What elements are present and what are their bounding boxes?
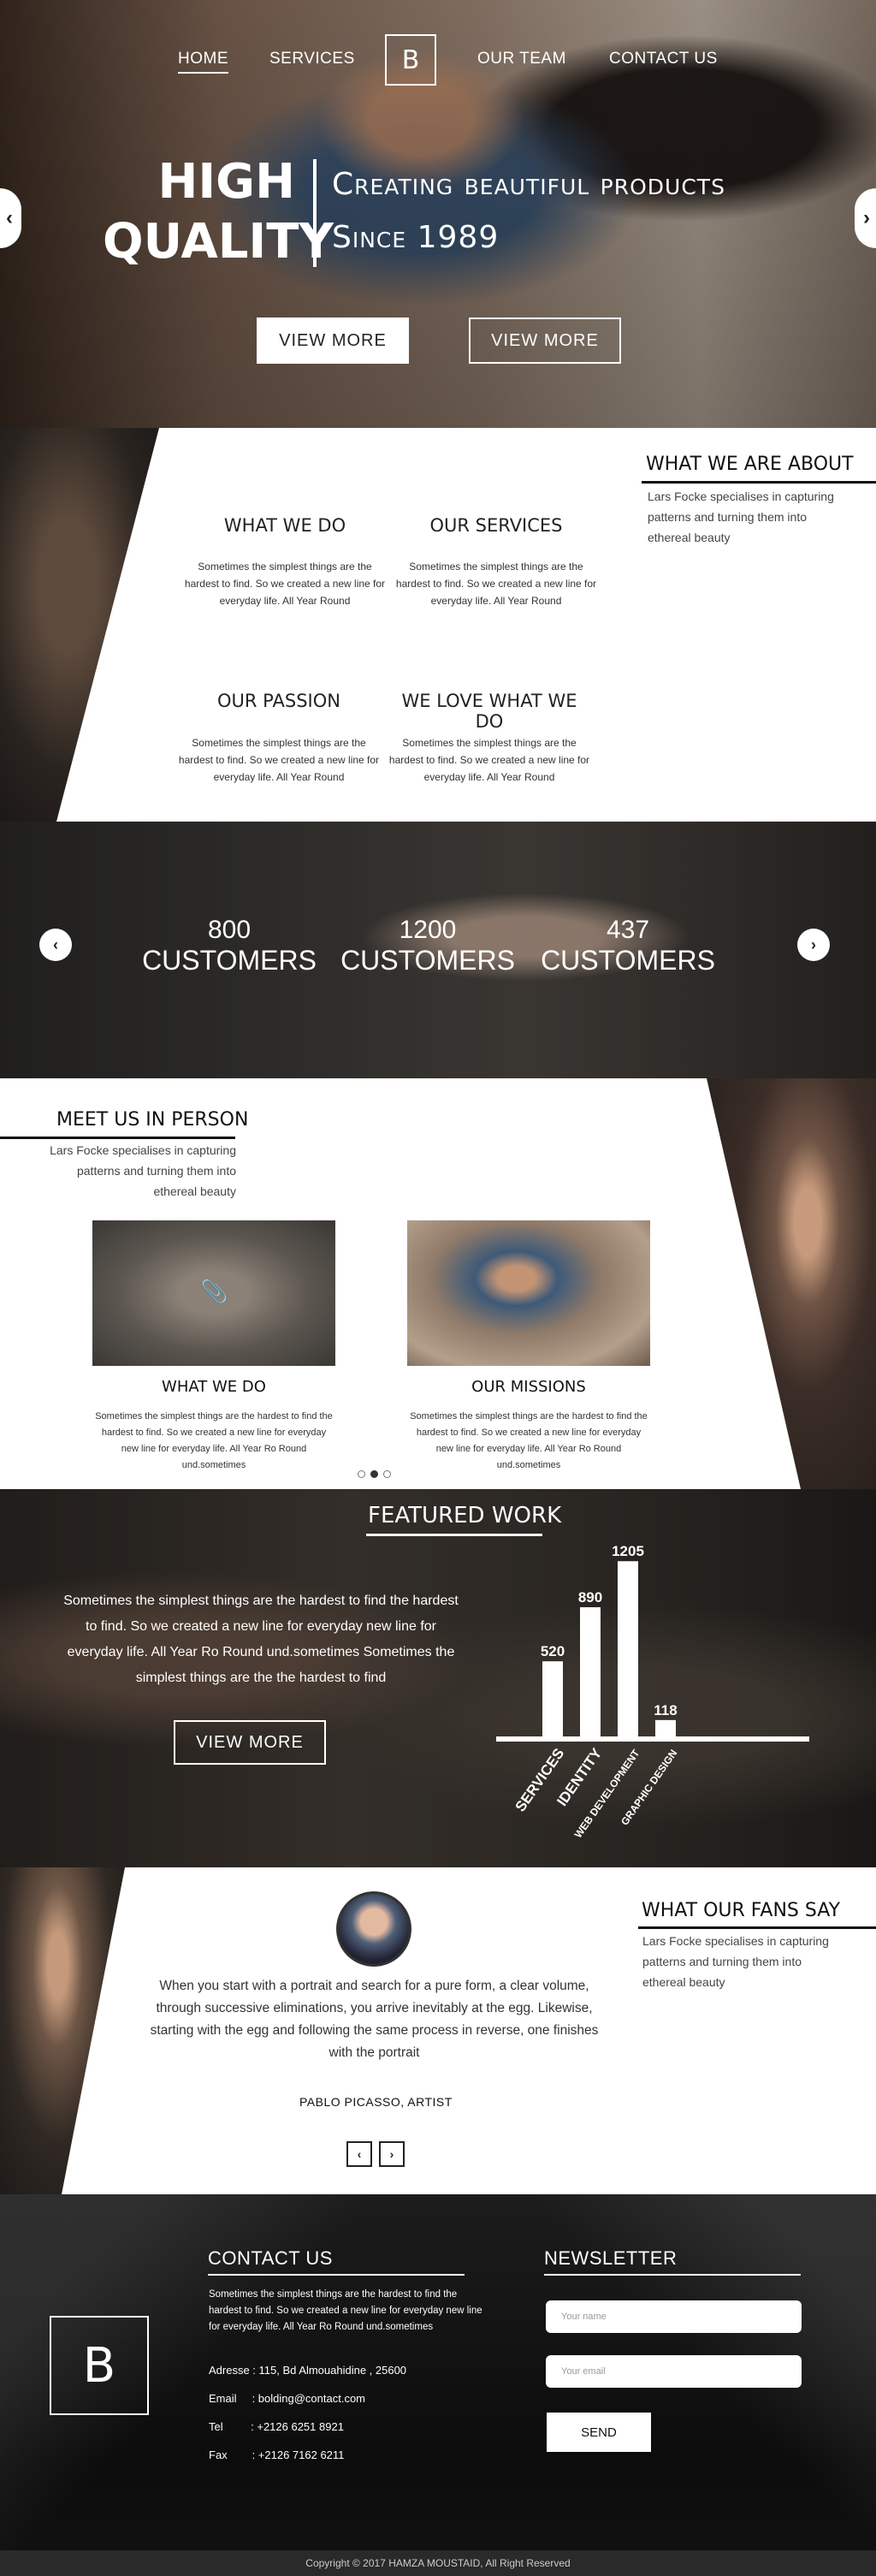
- featured-view-more-button[interactable]: VIEW MORE: [174, 1720, 326, 1765]
- card-image-what-we-do: 📎: [92, 1220, 335, 1366]
- featured-section: FEATURED WORK Sometimes the simplest thi…: [0, 1489, 876, 1867]
- chart-bar-3: [655, 1719, 676, 1737]
- slider-dot-1[interactable]: [358, 1470, 365, 1478]
- testimonial-prev-button[interactable]: ‹: [346, 2141, 372, 2167]
- nav-home[interactable]: HOME: [178, 50, 228, 74]
- chart-bar-0: [542, 1661, 563, 1737]
- counter-number: 1200: [399, 916, 457, 944]
- testimonial-author: PABLO PICASSO, ARTIST: [299, 2095, 453, 2109]
- fans-title: WHAT OUR FANS SAY: [642, 1900, 841, 1921]
- about-title: WHAT WE ARE ABOUT: [646, 454, 854, 475]
- chart-bar-2: [618, 1561, 638, 1737]
- meet-text: Lars Focke specialises in capturing patt…: [50, 1143, 236, 1198]
- contact-fax: Fax : +2126 7162 6211: [209, 2448, 345, 2461]
- hero-divider: [313, 159, 317, 267]
- counter-label: CUSTOMERS: [541, 945, 715, 976]
- avatar: [336, 1891, 411, 1967]
- counters-next-arrow[interactable]: ›: [797, 929, 830, 961]
- counter-label: CUSTOMERS: [142, 945, 317, 976]
- chart-data-label-1: 890: [578, 1589, 602, 1606]
- feature-text-we-love-what-we-do: Sometimes the simplest things are the ha…: [388, 737, 590, 783]
- nav-services[interactable]: SERVICES: [269, 50, 355, 68]
- meet-section: MEET US IN PERSON Lars Focke specialises…: [0, 1078, 876, 1489]
- testimonial-next-button[interactable]: ›: [379, 2141, 405, 2167]
- counter-number: 800: [207, 916, 252, 944]
- copyright-text: Copyright © 2017 HAMZA MOUSTAID, All Rig…: [305, 2557, 571, 2569]
- card-text-what-we-do: Sometimes the simplest things are the ha…: [95, 1411, 333, 1470]
- feature-text-our-passion: Sometimes the simplest things are the ha…: [178, 737, 380, 783]
- card-title-our-missions: OUR MISSIONS: [471, 1378, 586, 1396]
- feature-title-what-we-do: WHAT WE DO: [223, 515, 346, 536]
- card-image-our-missions: [407, 1220, 650, 1366]
- newsletter-send-button[interactable]: SEND: [547, 2413, 651, 2452]
- about-text: Lars Focke specialises in capturing patt…: [648, 490, 834, 544]
- counter-label: CUSTOMERS: [340, 945, 515, 976]
- newsletter-title: NEWSLETTER: [544, 2247, 678, 2269]
- fans-title-rule: [638, 1926, 876, 1929]
- contact-text: Sometimes the simplest things are the ha…: [209, 2289, 482, 2332]
- meet-title: MEET US IN PERSON: [56, 1109, 249, 1131]
- about-title-rule: [642, 481, 876, 484]
- featured-bar-chart: 520SERVICES890IDENTITY1205WEB DEVELOPMEN…: [496, 1543, 809, 1840]
- meet-title-rule: [0, 1137, 235, 1139]
- contact-title-rule: [208, 2274, 465, 2276]
- nav-our-team[interactable]: OUR TEAM: [477, 50, 566, 68]
- card-title-what-we-do: WHAT WE DO: [162, 1378, 266, 1396]
- newsletter-title-rule: [544, 2274, 801, 2276]
- card-text-our-missions: Sometimes the simplest things are the ha…: [410, 1411, 648, 1470]
- contact-title: CONTACT US: [208, 2247, 333, 2269]
- feature-title-we-love-what-we-do: WE LOVE WHAT WE DO: [401, 691, 577, 732]
- logo[interactable]: B: [385, 34, 436, 86]
- counter-number: 437: [606, 916, 650, 944]
- slider-dot-3[interactable]: [383, 1470, 391, 1478]
- feature-title-our-services: OUR SERVICES: [429, 515, 563, 536]
- hero-title-line2: QUALITY: [103, 214, 334, 270]
- newsletter-name-input[interactable]: [546, 2300, 802, 2333]
- contact-address: Adresse : 115, Bd Almouahidine , 25600: [209, 2364, 407, 2377]
- footer-section: B CONTACT US Sometimes the simplest thin…: [0, 2194, 876, 2576]
- chart-data-label-2: 1205: [612, 1543, 644, 1559]
- featured-text: Sometimes the simplest things are the ha…: [63, 1594, 459, 1685]
- counters-section: ‹ › 800 CUSTOMERS 1200 CUSTOMERS 437 CUS…: [0, 822, 876, 1078]
- about-section: WHAT WE ARE ABOUT Lars Focke specialises…: [0, 428, 876, 822]
- counters-prev-arrow[interactable]: ‹: [39, 929, 72, 961]
- hero-section: HOME SERVICES B OUR TEAM CONTACT US ‹ › …: [0, 0, 876, 428]
- contact-tel: Tel : +2126 6251 8921: [209, 2420, 344, 2433]
- chart-data-label-0: 520: [541, 1643, 565, 1659]
- fans-section: When you start with a portrait and searc…: [0, 1867, 876, 2194]
- hero-next-arrow[interactable]: ›: [855, 188, 876, 248]
- hero-title-line1: HIGH: [157, 154, 295, 210]
- hero-subtitle-line2: Since 1989: [332, 220, 500, 255]
- paperclip-icon: 📎: [200, 1279, 228, 1304]
- slider-dot-2[interactable]: [370, 1470, 378, 1478]
- nav-contact-us[interactable]: CONTACT US: [609, 50, 718, 68]
- feature-title-our-passion: OUR PASSION: [217, 691, 340, 711]
- contact-email: Email : bolding@contact.com: [209, 2392, 365, 2405]
- chart-bar-1: [580, 1607, 601, 1737]
- newsletter-email-input[interactable]: [546, 2355, 802, 2388]
- footer-logo[interactable]: B: [50, 2316, 149, 2415]
- feature-text-our-services: Sometimes the simplest things are the ha…: [395, 561, 597, 607]
- chart-data-label-3: 118: [654, 1702, 677, 1718]
- testimonial-quote: When you start with a portrait and searc…: [150, 1979, 599, 2060]
- hero-view-more-button[interactable]: VIEW MORE: [257, 318, 409, 364]
- fans-text: Lars Focke specialises in capturing patt…: [642, 1934, 829, 1989]
- feature-text-what-we-do: Sometimes the simplest things are the ha…: [184, 561, 386, 607]
- hero-view-more-outline-button[interactable]: VIEW MORE: [469, 318, 621, 364]
- hero-subtitle-line1: Creating beautiful products: [332, 167, 725, 202]
